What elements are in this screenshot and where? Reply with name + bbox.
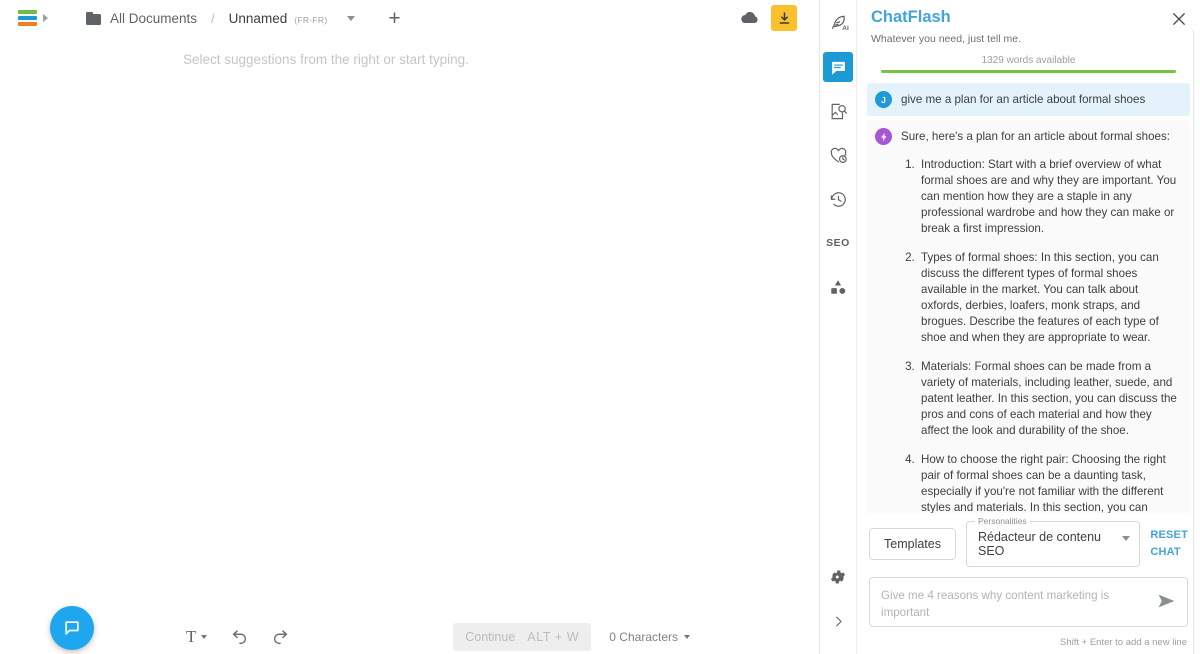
rail-item-image-search[interactable] xyxy=(823,96,853,126)
settings-gear-button[interactable] xyxy=(823,562,853,592)
panel-scrollbar[interactable] xyxy=(1193,30,1200,654)
character-count-label: 0 Characters xyxy=(609,630,678,644)
chat-message-list[interactable]: J give me a plan for an article about fo… xyxy=(857,73,1200,513)
continue-label: Continue xyxy=(465,630,516,644)
document-language: (FR-FR) xyxy=(294,14,328,25)
personalities-select[interactable]: Personalities Rédacteur de contenu SEO xyxy=(965,516,1141,567)
folder-icon xyxy=(86,11,101,25)
breadcrumb-folder-label: All Documents xyxy=(110,10,198,26)
breadcrumb-all-documents[interactable]: All Documents xyxy=(86,11,197,26)
assistant-avatar xyxy=(875,128,892,145)
chevron-down-icon xyxy=(1122,536,1131,541)
list-item: Types of formal shoes: In this section, … xyxy=(918,250,1182,346)
chat-message-user-text: give me a plan for an article about form… xyxy=(901,92,1146,106)
document-canvas[interactable]: Select suggestions from the right or sta… xyxy=(0,36,819,654)
chatflash-subtitle: Whatever you need, just tell me. xyxy=(871,33,1021,45)
breadcrumb-document[interactable]: Unnamed (FR-FR) xyxy=(229,11,356,26)
app-logo[interactable] xyxy=(10,10,68,26)
list-item: Materials: Formal shoes can be made from… xyxy=(918,359,1182,439)
list-item: Introduction: Start with a brief overvie… xyxy=(918,157,1182,237)
chat-message-user: J give me a plan for an article about fo… xyxy=(867,83,1190,116)
top-toolbar: All Documents / Unnamed (FR-FR) + xyxy=(0,0,819,36)
chat-input-hint: Shift + Enter to add a new line xyxy=(1059,637,1187,648)
breadcrumb-separator: / xyxy=(211,10,215,26)
redo-button[interactable] xyxy=(271,629,291,645)
chevron-down-icon[interactable] xyxy=(347,15,356,21)
logo-bars-icon xyxy=(18,10,37,26)
chevron-down-icon xyxy=(201,635,208,639)
logo-expand-icon[interactable] xyxy=(43,14,48,22)
expand-panel-button[interactable] xyxy=(823,606,853,636)
rail-item-history[interactable] xyxy=(823,184,853,214)
reset-chat-line2: CHAT xyxy=(1150,546,1181,558)
chat-input-area xyxy=(857,571,1200,632)
cloud-icon[interactable] xyxy=(739,8,759,28)
chat-input[interactable] xyxy=(869,577,1188,627)
rail-item-feather-ai[interactable]: AI xyxy=(823,8,853,38)
rail-item-seo-label: SEO xyxy=(826,237,850,249)
chatflash-header: ChatFlash Whatever you need, just tell m… xyxy=(857,0,1200,73)
avatar: J xyxy=(875,91,892,108)
words-available-label: 1329 words available xyxy=(981,55,1076,66)
tool-rail: AI SEO xyxy=(821,0,855,654)
chatflash-title: ChatFlash xyxy=(871,8,951,26)
rail-item-chat[interactable] xyxy=(823,52,853,82)
list-item: How to choose the right pair: Choosing t… xyxy=(918,452,1182,513)
words-progress-bar xyxy=(881,70,1176,73)
app-root: All Documents / Unnamed (FR-FR) + Select… xyxy=(0,0,1200,654)
editor-column: All Documents / Unnamed (FR-FR) + Select… xyxy=(0,0,820,654)
top-toolbar-actions xyxy=(739,5,809,31)
character-count[interactable]: 0 Characters xyxy=(609,630,690,644)
continue-shortcut: ALT + W xyxy=(527,630,580,644)
personalities-legend: Personalities xyxy=(974,516,1030,526)
rail-item-shapes[interactable] xyxy=(823,272,853,302)
reset-chat-line1: RESET xyxy=(1150,528,1188,541)
rail-item-seo[interactable]: SEO xyxy=(823,228,853,258)
document-title: Unnamed xyxy=(228,10,288,26)
chat-message-assistant: Sure, here's a plan for an article about… xyxy=(867,120,1190,513)
assistant-intro-text: Sure, here's a plan for an article about… xyxy=(901,130,1171,143)
chat-controls: Templates Personalities Rédacteur de con… xyxy=(857,513,1200,571)
assistant-plan-list: Introduction: Start with a brief overvie… xyxy=(918,157,1182,513)
editor-bottom-toolbar: T Continue ALT + W 0 Characters xyxy=(0,620,820,654)
breadcrumb: All Documents / Unnamed (FR-FR) + xyxy=(86,5,407,31)
close-panel-button[interactable] xyxy=(1170,10,1188,28)
chevron-down-icon xyxy=(684,635,690,639)
text-style-button[interactable]: T xyxy=(186,627,208,647)
download-button[interactable] xyxy=(771,5,797,31)
chatflash-panel: ChatFlash Whatever you need, just tell m… xyxy=(856,0,1200,654)
text-style-label: T xyxy=(186,627,197,646)
undo-button[interactable] xyxy=(229,629,249,645)
templates-button[interactable]: Templates xyxy=(869,528,956,560)
rail-item-feather-ai-label: AI xyxy=(842,25,849,32)
reset-chat-button[interactable]: RESET CHAT xyxy=(1150,527,1188,561)
personalities-selected-value: Rédacteur de contenu SEO xyxy=(977,530,1101,558)
chat-message-assistant-body: Sure, here's a plan for an article about… xyxy=(901,128,1182,513)
document-placeholder: Select suggestions from the right or sta… xyxy=(183,52,469,67)
add-document-button[interactable]: + xyxy=(381,5,407,31)
rail-item-heart-clock[interactable] xyxy=(823,140,853,170)
send-icon[interactable] xyxy=(1157,593,1176,614)
continue-button[interactable]: Continue ALT + W xyxy=(453,623,592,651)
